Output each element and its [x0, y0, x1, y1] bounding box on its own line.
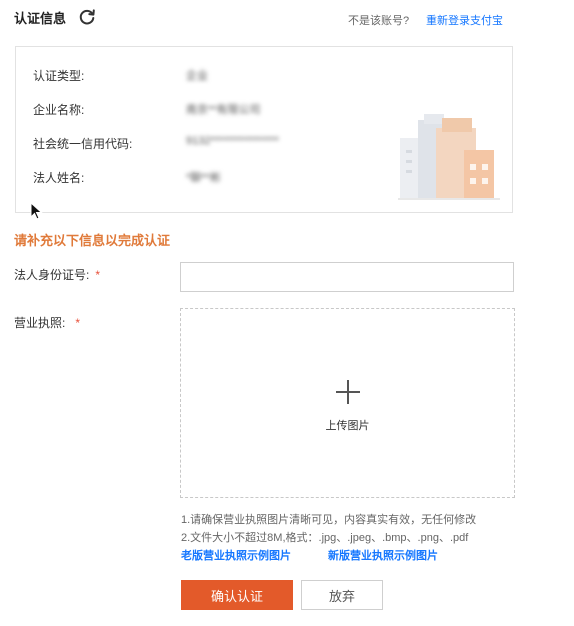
- legal-person-value: *聊**彬: [186, 172, 221, 184]
- abandon-button[interactable]: 放弃: [301, 580, 383, 610]
- confirm-certification-button[interactable]: 确认认证: [181, 580, 293, 610]
- business-license-field-label: 营业执照: *: [14, 314, 80, 331]
- id-number-label: 法人身份证号:: [14, 268, 90, 282]
- building-illustration: [398, 114, 500, 200]
- upload-tip-line-2: 2.文件大小不超过8M,格式：.jpg、.jpeg、.bmp、.png、.pdf: [181, 532, 469, 544]
- upload-image-label: 上传图片: [325, 420, 370, 432]
- plus-icon: [336, 380, 360, 404]
- business-license-upload-area[interactable]: 上传图片: [180, 308, 515, 498]
- upload-tip-line-1: 1.请确保营业执照图片清晰可见，内容真实有效，无任何修改: [181, 514, 477, 526]
- not-account-text: 不是该账号?: [348, 15, 410, 27]
- old-license-sample-link[interactable]: 老版营业执照示例图片: [181, 547, 291, 563]
- company-name-label: 企业名称:: [33, 103, 85, 117]
- legal-person-label: 法人姓名:: [33, 171, 85, 185]
- business-license-label: 营业执照:: [14, 316, 66, 330]
- company-name-value: 南京**有限公司: [186, 104, 261, 116]
- id-number-input[interactable]: [180, 262, 514, 292]
- mouse-cursor-icon: [30, 202, 43, 220]
- refresh-icon[interactable]: [78, 8, 96, 26]
- required-mark: *: [75, 316, 81, 330]
- credit-code-label: 社会统一信用代码:: [33, 137, 133, 151]
- auth-type-value: 企业: [186, 70, 208, 82]
- required-mark: *: [95, 268, 101, 282]
- new-license-sample-link[interactable]: 新版营业执照示例图片: [328, 547, 438, 563]
- page-title: 认证信息: [14, 11, 67, 26]
- relogin-alipay-link[interactable]: 重新登录支付宝: [426, 12, 503, 28]
- credit-code-value: 9132****************: [186, 135, 279, 147]
- id-number-field-label: 法人身份证号: *: [14, 266, 100, 283]
- auth-type-label: 认证类型:: [33, 69, 85, 83]
- supplement-info-title: 请补充以下信息以完成认证: [14, 233, 171, 248]
